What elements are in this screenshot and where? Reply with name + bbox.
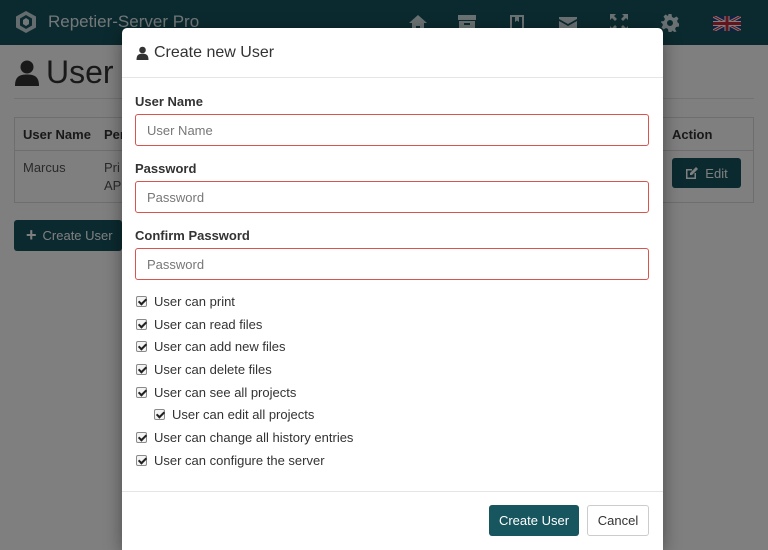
change-history-checkbox[interactable] <box>136 432 147 443</box>
read-files-label: User can read files <box>154 317 263 332</box>
modal-footer-divider <box>122 491 663 492</box>
delete-files-checkbox[interactable] <box>136 364 147 375</box>
confirm-password-input[interactable] <box>135 248 649 280</box>
modal-header: Create new User <box>122 28 663 78</box>
modal-title: Create new User <box>154 43 275 61</box>
create-user-button[interactable]: Create User <box>489 505 579 536</box>
cancel-button[interactable]: Cancel <box>587 505 649 536</box>
permission-add-files[interactable]: User can add new files <box>136 339 286 354</box>
permission-print[interactable]: User can print <box>136 294 235 309</box>
permission-edit-projects[interactable]: User can edit all projects <box>154 407 314 422</box>
permission-configure-server[interactable]: User can configure the server <box>136 453 325 468</box>
delete-files-label: User can delete files <box>154 362 272 377</box>
see-projects-checkbox[interactable] <box>136 387 147 398</box>
user-name-label: User Name <box>135 94 203 109</box>
permission-delete-files[interactable]: User can delete files <box>136 362 272 377</box>
add-files-checkbox[interactable] <box>136 341 147 352</box>
create-user-modal: Create new User User Name Password Confi… <box>122 28 663 550</box>
password-label: Password <box>135 161 197 176</box>
user-icon <box>136 46 149 60</box>
edit-projects-label: User can edit all projects <box>172 407 315 422</box>
configure-server-checkbox[interactable] <box>136 455 147 466</box>
confirm-password-label: Confirm Password <box>135 228 250 243</box>
permission-read-files[interactable]: User can read files <box>136 317 262 332</box>
user-name-input[interactable] <box>135 114 649 146</box>
permission-change-history[interactable]: User can change all history entries <box>136 430 353 445</box>
add-files-label: User can add new files <box>154 339 286 354</box>
password-input[interactable] <box>135 181 649 213</box>
read-files-checkbox[interactable] <box>136 319 147 330</box>
see-projects-label: User can see all projects <box>154 385 297 400</box>
change-history-label: User can change all history entries <box>154 430 354 445</box>
edit-projects-checkbox[interactable] <box>154 409 165 420</box>
configure-server-label: User can configure the server <box>154 453 325 468</box>
print-checkbox[interactable] <box>136 296 147 307</box>
print-label: User can print <box>154 294 235 309</box>
permission-see-projects[interactable]: User can see all projects <box>136 385 296 400</box>
